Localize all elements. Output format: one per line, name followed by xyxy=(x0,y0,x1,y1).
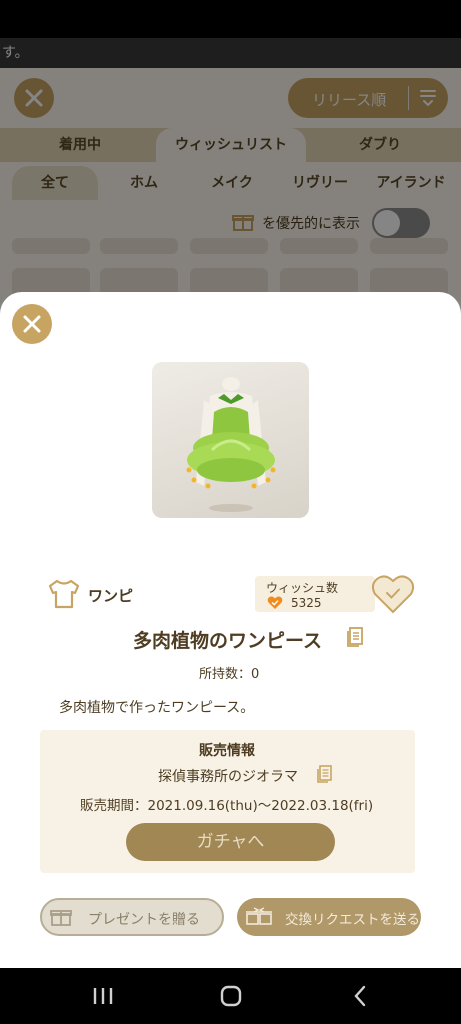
recent-apps-icon[interactable] xyxy=(92,986,114,1006)
trade-label: 交換リクエストを送る xyxy=(285,912,420,928)
trade-request-button[interactable]: 交換リクエストを送る xyxy=(237,898,421,936)
shirt-icon xyxy=(48,579,80,609)
dress-illustration xyxy=(186,377,276,512)
present-label: プレゼントを贈る xyxy=(88,912,200,928)
item-description: 多肉植物で作ったワンピース。 xyxy=(59,700,255,716)
sale-period: 販売期間：2021.09.16(thu)〜2022.03.18(fri) xyxy=(80,798,374,814)
document-icon[interactable] xyxy=(316,764,334,784)
close-sheet-button[interactable] xyxy=(12,304,52,344)
wish-count-label: ウィッシュ数 xyxy=(266,581,339,595)
sale-source: 探偵事務所のジオラマ xyxy=(158,769,298,785)
system-navigation-bar xyxy=(0,968,461,1024)
item-type-label: ワンピ xyxy=(88,587,134,605)
document-icon[interactable] xyxy=(346,626,366,648)
wishlist-heart-button[interactable] xyxy=(371,573,415,615)
gift-icon xyxy=(50,910,72,926)
present-button[interactable]: プレゼントを贈る xyxy=(40,898,224,936)
back-icon[interactable] xyxy=(352,985,368,1007)
trade-gift-icon xyxy=(246,907,272,925)
close-icon xyxy=(23,315,41,333)
wish-count-value: 5325 xyxy=(291,596,322,610)
item-name: 多肉植物のワンピース xyxy=(133,630,323,652)
owned-count: 所持数：0 xyxy=(199,667,260,682)
gacha-button[interactable]: ガチャへ xyxy=(126,823,335,861)
heart-icon xyxy=(267,596,283,609)
sale-info-title: 販売情報 xyxy=(199,743,255,759)
item-image xyxy=(152,362,309,518)
home-icon[interactable] xyxy=(219,984,243,1008)
wish-count-box: ウィッシュ数 5325 xyxy=(255,576,375,612)
status-bar xyxy=(0,0,461,38)
